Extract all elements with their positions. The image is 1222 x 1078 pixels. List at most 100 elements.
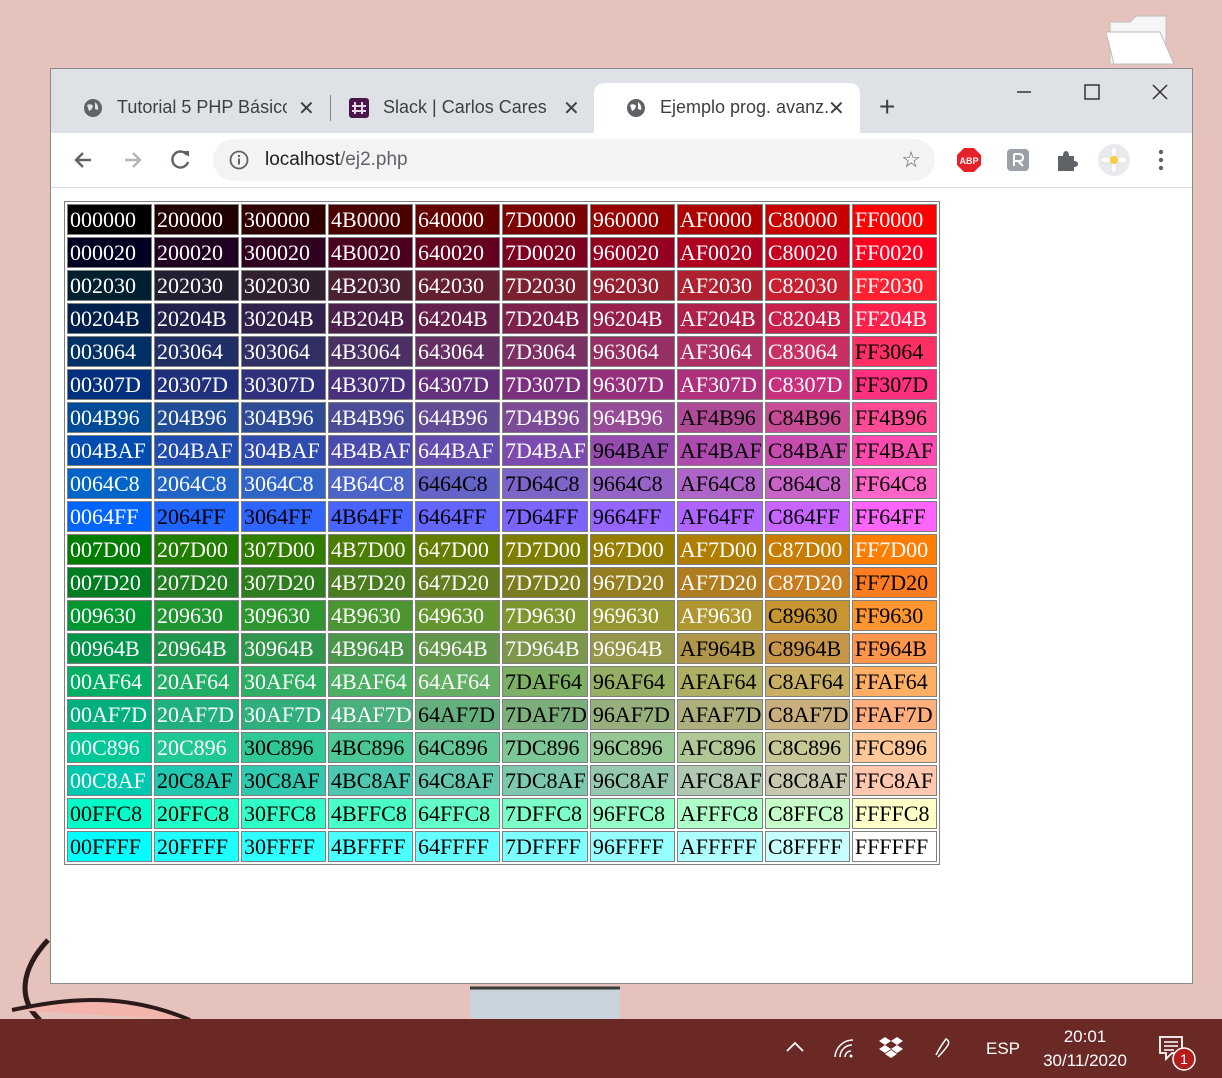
color-cell: AF964B (676, 633, 763, 664)
forward-arrow-icon[interactable] (117, 145, 147, 175)
close-tab-icon[interactable]: ✕ (563, 96, 580, 121)
pen-icon[interactable] (932, 1035, 956, 1059)
color-cell: 3064C8 (241, 468, 326, 499)
back-arrow-icon[interactable] (69, 145, 99, 175)
color-cell: 643064 (415, 336, 500, 367)
color-cell: 7D4B96 (502, 402, 588, 433)
color-cell: 4BC896 (328, 732, 413, 763)
color-cell: 64C896 (415, 732, 500, 763)
url-text[interactable]: localhost/ej2.php (265, 149, 408, 171)
globe-icon (627, 99, 645, 117)
browser-toolbar: localhost/ej2.php ☆ ABP (51, 133, 1192, 188)
color-cell: 004BAF (67, 435, 152, 466)
new-tab-button[interactable]: + (879, 93, 895, 121)
color-cell: AF64C8 (676, 468, 763, 499)
browser-window: Tutorial 5 PHP Básico ✕ Slack | Carlos C… (50, 68, 1193, 984)
color-cell: 207D00 (154, 534, 239, 565)
color-cell: FF64FF (851, 501, 937, 532)
bookmark-star-icon[interactable]: ☆ (901, 147, 921, 173)
tab-ejemplo-active[interactable]: Ejemplo prog. avanz. ✕ (594, 83, 860, 133)
color-cell: 7D4BAF (502, 435, 588, 466)
color-cell: FF4BAF (851, 435, 937, 466)
color-cell: 003064 (67, 336, 152, 367)
color-cell: 640000 (415, 204, 500, 235)
language-indicator[interactable]: ESP (986, 1039, 1020, 1059)
color-cell: 200000 (154, 204, 239, 235)
table-row: 00FFFF 20FFFF 30FFFF 4BFFFF 64FFFF 7DFFFF 96FF… (67, 831, 937, 862)
color-cell: AF3064 (676, 336, 763, 367)
close-window-icon[interactable] (1137, 77, 1183, 107)
color-cell: 4B964B (328, 633, 413, 664)
tab-tutorial-php[interactable]: Tutorial 5 PHP Básico ✕ (51, 83, 327, 133)
color-cell: 0064C8 (67, 468, 152, 499)
color-cell: AFC896 (676, 732, 763, 763)
extension-r-icon[interactable] (1005, 147, 1031, 173)
color-cell: C80000 (764, 204, 850, 235)
color-cell: 64FFC8 (415, 798, 500, 829)
color-cell: FF307D (851, 369, 937, 400)
color-cell: 960020 (589, 237, 675, 268)
color-cell: 64964B (415, 633, 500, 664)
color-cell: FFAF7D (851, 699, 937, 730)
table-row: 003064 203064 303064 4B3064 643064 7D3064 9630… (67, 336, 937, 367)
chevron-up-icon[interactable] (784, 1039, 806, 1055)
profile-avatar[interactable] (1097, 143, 1131, 177)
table-row: 00307D 20307D 30307D 4B307D 64307D 7D307D 9630… (67, 369, 937, 400)
color-cell: C84BAF (764, 435, 850, 466)
table-row: 009630 209630 309630 4B9630 649630 7D9630 9696… (67, 600, 937, 631)
color-cell: AFFFC8 (676, 798, 763, 829)
color-cell: 64FFFF (415, 831, 500, 862)
color-cell: 96AF64 (589, 666, 675, 697)
color-cell: AF64FF (676, 501, 763, 532)
table-row: 00C896 20C896 30C896 4BC896 64C896 7DC896 96C8… (67, 732, 937, 763)
close-tab-icon[interactable]: ✕ (298, 96, 315, 121)
url-path: /ej2.php (340, 149, 408, 170)
color-cell: AF4BAF (676, 435, 763, 466)
adblock-plus-icon[interactable]: ABP (956, 147, 982, 173)
color-cell: 967D00 (589, 534, 675, 565)
color-cell: 9664FF (589, 501, 675, 532)
table-row: 004BAF 204BAF 304BAF 4B4BAF 644BAF 7D4BAF 964B… (67, 435, 937, 466)
puzzle-extensions-icon[interactable] (1053, 147, 1079, 173)
color-cell: C8AF7D (764, 699, 850, 730)
wifi-icon[interactable] (832, 1037, 856, 1059)
color-cell: 7D204B (502, 303, 588, 334)
color-cell: AF7D20 (676, 567, 763, 598)
info-icon[interactable] (229, 150, 249, 170)
maximize-icon[interactable] (1069, 77, 1115, 107)
color-cell: 00964B (67, 633, 152, 664)
table-row: 00C8AF 20C8AF 30C8AF 4BC8AF 64C8AF 7DC8AF 96C8… (67, 765, 937, 796)
dropbox-icon[interactable] (878, 1035, 904, 1059)
table-row: 000000 200000 300000 4B0000 640000 7D0000 9600… (67, 204, 937, 235)
notification-center-icon[interactable]: 1 (1158, 1035, 1198, 1073)
more-menu-icon[interactable] (1151, 147, 1171, 173)
folder-icon[interactable] (1104, 12, 1176, 68)
color-cell: 96307D (589, 369, 675, 400)
table-row: 00FFC8 20FFC8 30FFC8 4BFFC8 64FFC8 7DFFC8 96FF… (67, 798, 937, 829)
tab-slack[interactable]: Slack | Carlos Cares | ✕ (317, 83, 593, 133)
color-cell: 644B96 (415, 402, 500, 433)
color-cell: 96FFC8 (589, 798, 675, 829)
color-cell: 4B2030 (328, 270, 413, 301)
clock-time: 20:01 (1063, 1027, 1107, 1046)
close-tab-icon[interactable]: ✕ (828, 96, 845, 121)
color-cell: 7D0000 (502, 204, 588, 235)
color-cell: 64C8AF (415, 765, 500, 796)
color-cell: 7D64C8 (502, 468, 588, 499)
color-cell: 7D307D (502, 369, 588, 400)
clock[interactable]: 20:01 30/11/2020 (1030, 1025, 1140, 1073)
color-cell: 307D00 (241, 534, 326, 565)
color-cell: AF0000 (676, 204, 763, 235)
color-cell: C8C896 (764, 732, 850, 763)
color-cell: 64307D (415, 369, 500, 400)
color-cell: AFFFFF (676, 831, 763, 862)
color-cell: C82030 (764, 270, 850, 301)
color-cell: 204BAF (154, 435, 239, 466)
address-bar[interactable]: localhost/ej2.php ☆ (213, 139, 935, 181)
color-cell: C864C8 (764, 468, 850, 499)
color-cell: 4B3064 (328, 336, 413, 367)
reload-icon[interactable] (165, 145, 195, 175)
color-cell: 203064 (154, 336, 239, 367)
minimize-icon[interactable] (1001, 77, 1047, 107)
color-cell: 4B7D20 (328, 567, 413, 598)
